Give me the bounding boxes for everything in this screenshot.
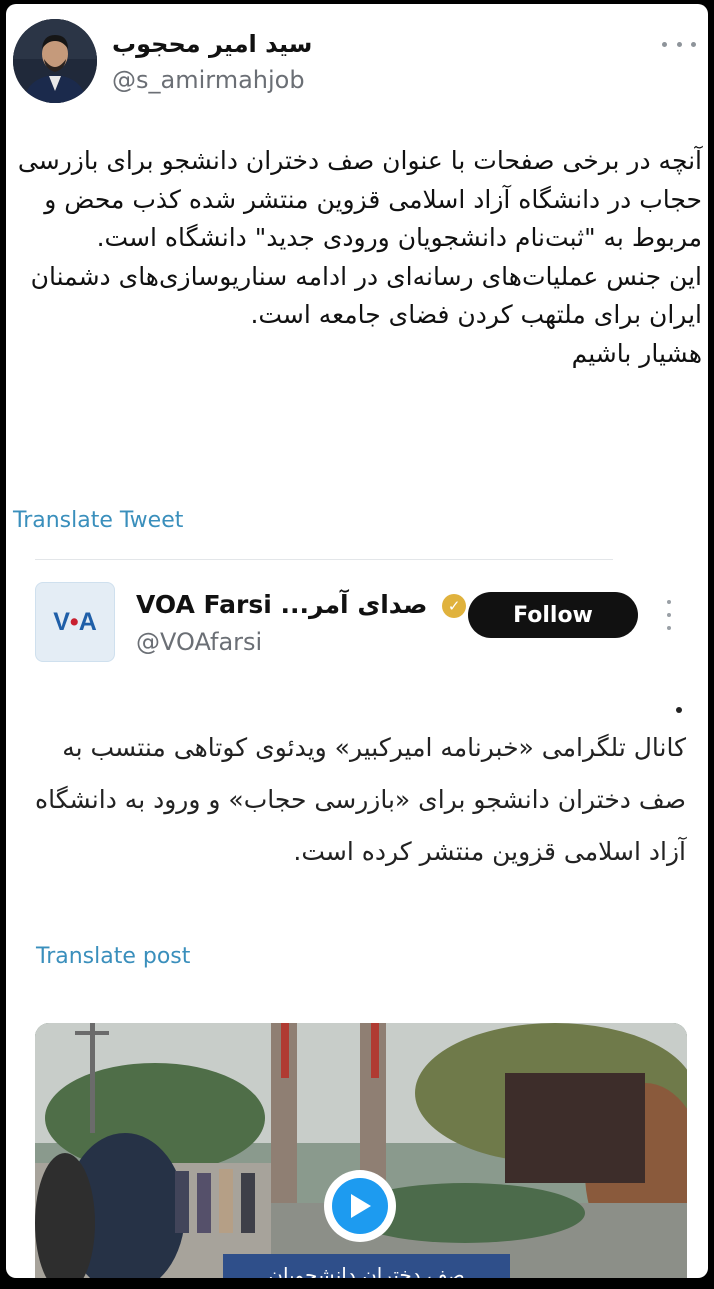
tweet-paragraph-2: این جنس عملیات‌های رسانه‌ای در ادامه سنا… [30, 261, 702, 330]
logo-letter: V [53, 607, 70, 636]
quote-author-handle[interactable]: @VOAfarsi [136, 628, 262, 656]
play-icon [332, 1178, 388, 1234]
voa-logo[interactable]: V • A [35, 582, 115, 662]
quote-author-name-fa: صدای آمر... [280, 590, 428, 619]
tweet-paragraph-1: آنچه در برخی صفحات با عنوان صف دختران دا… [17, 146, 702, 252]
avatar[interactable] [13, 19, 97, 103]
quote-author-name[interactable]: VOA Farsi صدای آمر... ✓ [136, 590, 467, 619]
more-vertical-icon[interactable] [664, 600, 674, 630]
tweet-text: آنچه در برخی صفحات با عنوان صف دختران دا… [8, 142, 708, 373]
logo-dot: • [69, 607, 79, 636]
logo-letter: A [78, 607, 97, 636]
tweet-paragraph-3: هشیار باشیم [571, 338, 702, 368]
translate-tweet-link[interactable]: Translate Tweet [13, 508, 183, 533]
more-horizontal-icon[interactable] [662, 34, 696, 54]
follow-button[interactable]: Follow [468, 592, 638, 638]
author-name[interactable]: سید امیر محجوب [112, 30, 322, 58]
quote-text: کانال تلگرامی «خبرنامه امیرکبیر» ویدئوی … [34, 733, 686, 866]
bullet-dot [676, 707, 682, 713]
translate-post-link[interactable]: Translate post [36, 944, 190, 969]
divider [35, 559, 613, 560]
author-handle[interactable]: @s_amirmahjob [112, 66, 305, 94]
verified-badge-icon: ✓ [442, 594, 467, 618]
quote-author-name-en: VOA Farsi [136, 590, 272, 619]
tweet-card: سید امیر محجوب @s_amirmahjob آنچه در برخ… [6, 4, 708, 1278]
video-caption: صف دختران دانشجویان [223, 1254, 510, 1278]
play-button[interactable] [324, 1170, 396, 1242]
